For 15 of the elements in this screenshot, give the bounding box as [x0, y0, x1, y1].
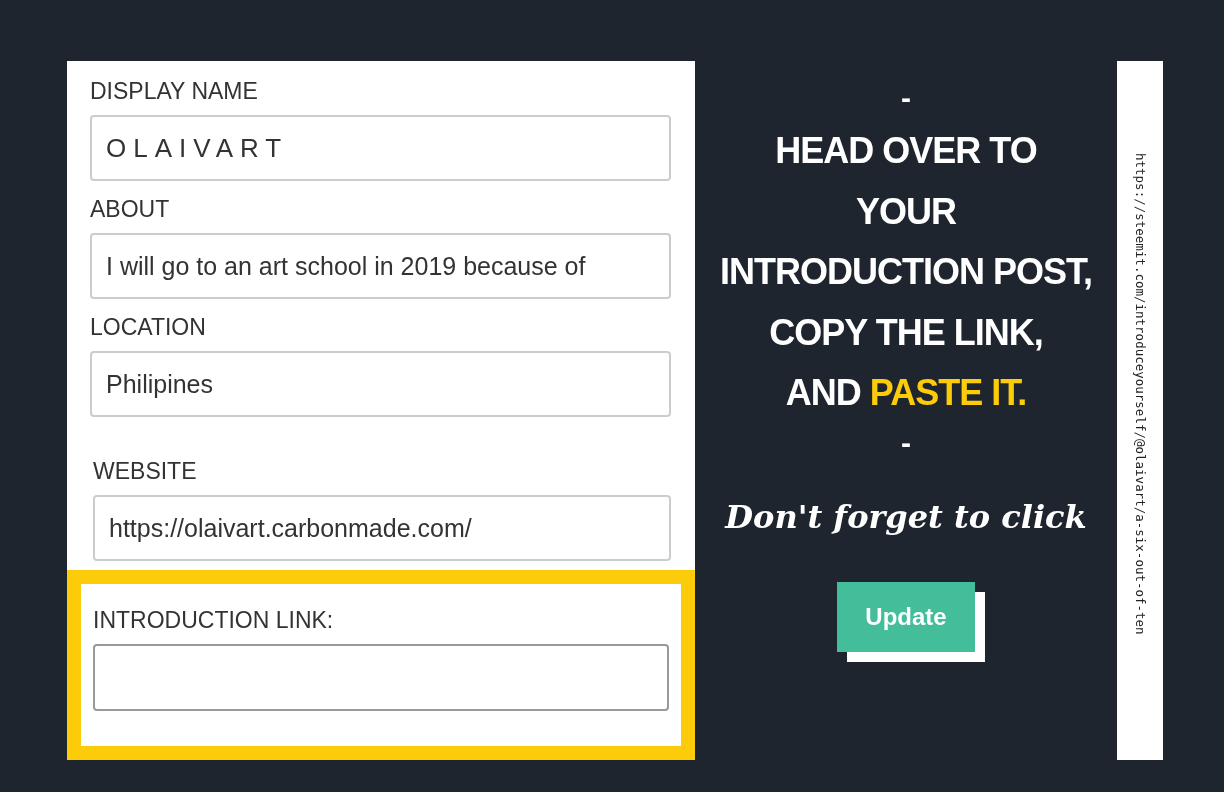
- text-field[interactable]: https://olaivart.carbonmade.com/: [93, 495, 671, 561]
- field-label: LOCATION: [90, 313, 207, 341]
- field-label: WEBSITE: [93, 457, 198, 485]
- dash: -: [901, 427, 911, 458]
- field-label: ABOUT: [90, 195, 171, 223]
- field-label: DISPLAY NAME: [90, 77, 259, 105]
- headline: HEAD OVER TO YOUR INTRODUCTION POST, COPY THE LINK, AND PASTE IT.: [720, 129, 1092, 415]
- script-note: Don't forget to click: [725, 497, 1087, 536]
- url-text: https://steemit.com/introduceyourself/@olaivart/a-six-out-of-ten: [1132, 153, 1148, 635]
- field-label: INTRODUCTION LINK:: [93, 606, 335, 634]
- input-field[interactable]: [93, 644, 669, 711]
- text-field[interactable]: Philipines: [90, 351, 671, 417]
- text-field[interactable]: I will go to an art school in 2019 because of: [90, 233, 671, 299]
- text-field[interactable]: OLAIVART: [90, 115, 671, 181]
- dash: -: [901, 83, 911, 113]
